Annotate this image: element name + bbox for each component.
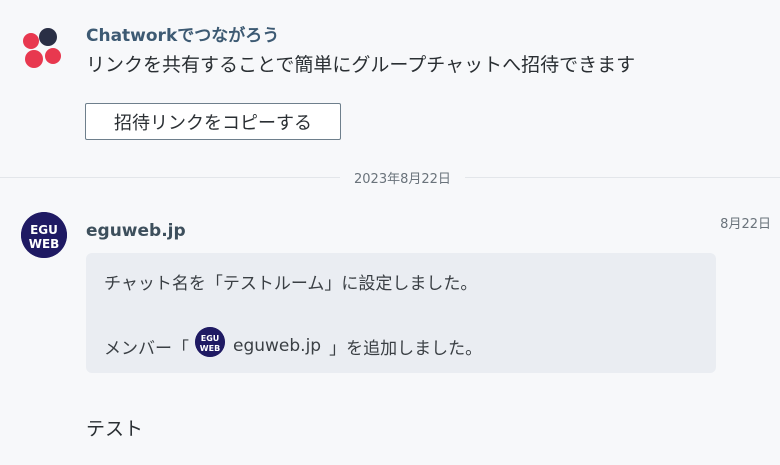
message-text: テスト [86, 418, 144, 440]
member-avatar: EGU WEB [195, 327, 225, 357]
system-message-box: チャット名を「テストルーム」に設定しました。 メンバー「 EGU WEB egu… [86, 253, 716, 373]
sender-name[interactable]: eguweb.jp [86, 221, 186, 241]
member-avatar-text-bottom: WEB [200, 344, 220, 353]
chatwork-logo-icon [21, 26, 65, 70]
member-avatar-text-top: EGU [201, 334, 220, 343]
message-timestamp: 8月22日 [720, 217, 771, 232]
avatar-text-bottom: WEB [29, 237, 60, 251]
date-separator: 2023年8月22日 [340, 168, 465, 187]
avatar-text-top: EGU [30, 223, 58, 237]
system-message-line1: チャット名を「テストルーム」に設定しました。 [104, 274, 478, 294]
system-line2-suffix: 」を追加しました。 [329, 338, 483, 359]
copy-invite-link-button[interactable]: 招待リンクをコピーする [85, 103, 341, 140]
avatar[interactable]: EGU WEB [21, 212, 67, 258]
invite-description: リンクを共有することで簡単にグループチャットへ招待できます [86, 54, 636, 76]
invite-title: Chatworkでつながろう [86, 26, 280, 46]
system-message-line2: メンバー「 EGU WEB eguweb.jp 」を追加しました。 [104, 327, 483, 361]
system-line2-prefix: メンバー「 [104, 338, 189, 359]
member-name[interactable]: eguweb.jp [233, 336, 321, 356]
